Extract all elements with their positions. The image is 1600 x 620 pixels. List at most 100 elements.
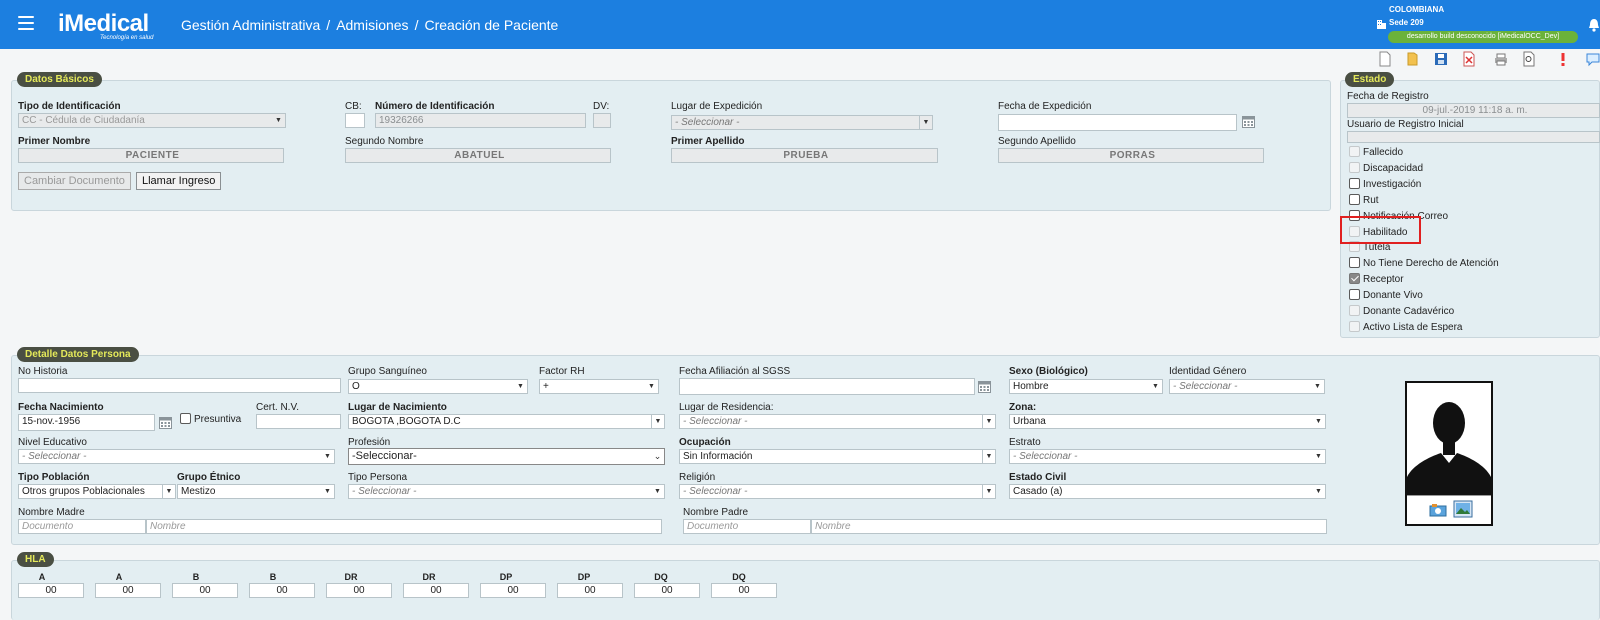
fallecido-checkbox[interactable] (1349, 146, 1360, 157)
primer-apellido-input[interactable]: PRUEBA (671, 148, 938, 163)
religion-select[interactable]: - Seleccionar - ▼ (679, 484, 996, 499)
hla-dr2-input[interactable]: 00 (403, 583, 469, 598)
alert-icon[interactable] (1556, 51, 1570, 67)
save-icon[interactable] (1434, 51, 1448, 67)
dv-input[interactable] (593, 113, 611, 128)
donante-cadaverico-checkbox[interactable] (1349, 305, 1360, 316)
camera-icon[interactable] (1429, 502, 1447, 518)
grupo-sanguineo-select[interactable]: O ▼ (348, 379, 528, 394)
profesion-select[interactable]: -Seleccionar- ⌄ (348, 448, 665, 465)
folder-icon[interactable] (1406, 51, 1420, 67)
fecha-nacimiento-input[interactable]: 15-nov.-1956 (18, 414, 155, 431)
breadcrumb-item[interactable]: Gestión Administrativa (181, 17, 320, 33)
action-toolbar (1372, 51, 1600, 69)
highlight-box (1340, 216, 1421, 244)
new-document-icon[interactable] (1378, 51, 1392, 67)
estado-civil-value: Casado (a) (1013, 486, 1063, 497)
bell-icon[interactable] (1588, 18, 1600, 32)
profesion-label: Profesión (348, 437, 391, 448)
hla-locus-label: DR (344, 572, 358, 582)
cert-nv-input[interactable] (256, 414, 341, 429)
estado-civil-select[interactable]: Casado (a) ▼ (1009, 484, 1326, 499)
chevron-down-icon: ▼ (982, 415, 995, 428)
breadcrumb-item[interactable]: Admisiones (336, 17, 408, 33)
brand-name: iMedical (58, 10, 149, 37)
hla-dp1-input[interactable]: 00 (480, 583, 546, 598)
hla-b2-input[interactable]: 00 (249, 583, 315, 598)
hla-a1-input[interactable]: 00 (18, 583, 84, 598)
preview-icon[interactable] (1522, 51, 1536, 67)
presuntiva-checkbox[interactable] (180, 413, 191, 424)
cambiar-documento-button[interactable]: Cambiar Documento (18, 172, 131, 190)
discapacidad-label: Discapacidad (1363, 163, 1424, 174)
identidad-genero-select[interactable]: - Seleccionar - ▼ (1169, 379, 1325, 394)
rut-label: Rut (1363, 195, 1379, 206)
tipo-poblacion-select[interactable]: Otros grupos Poblacionales ▼ (18, 484, 176, 499)
segundo-apellido-label: Segundo Apellido (998, 136, 1076, 147)
activo-lista-espera-checkbox[interactable] (1349, 321, 1360, 332)
investigacion-checkbox[interactable] (1349, 178, 1360, 189)
lugar-residencia-value: - Seleccionar - (683, 416, 748, 427)
madre-nombre-input[interactable]: Nombre (146, 519, 662, 534)
lugar-residencia-select[interactable]: - Seleccionar - ▼ (679, 414, 996, 429)
segundo-nombre-input[interactable]: ABATUEL (345, 148, 611, 163)
calendar-icon[interactable] (159, 417, 172, 429)
delete-icon[interactable] (1462, 51, 1476, 67)
hla-dp2-input[interactable]: 00 (557, 583, 623, 598)
hla-b1-input[interactable]: 00 (172, 583, 238, 598)
hla-dr1-input[interactable]: 00 (326, 583, 392, 598)
estrato-value: - Seleccionar - (1013, 451, 1078, 462)
no-derecho-atencion-checkbox[interactable] (1349, 257, 1360, 268)
rut-checkbox[interactable] (1349, 194, 1360, 205)
datos-basicos-legend: Datos Básicos (17, 72, 102, 87)
fecha-expedicion-input[interactable] (998, 114, 1237, 131)
patient-photo-frame (1405, 381, 1493, 526)
hamburger-menu-icon[interactable] (18, 16, 34, 30)
hla-dq2-input[interactable]: 00 (711, 583, 777, 598)
primer-nombre-input[interactable]: PACIENTE (18, 148, 284, 163)
llamar-ingreso-button[interactable]: Llamar Ingreso (136, 172, 222, 190)
sede-label[interactable]: Sede 209 (1389, 18, 1424, 27)
nombre-padre-label: Nombre Padre (683, 507, 749, 518)
organization-name: COLOMBIANA (1389, 5, 1445, 14)
padre-documento-input[interactable]: Documento (683, 519, 811, 534)
hla-locus-label: B (192, 572, 200, 582)
chevron-down-icon: ▼ (982, 450, 995, 463)
print-icon[interactable] (1494, 51, 1508, 67)
hla-a2-input[interactable]: 00 (95, 583, 161, 598)
receptor-checkbox[interactable] (1349, 273, 1360, 284)
tipo-id-value: CC - Cédula de Ciudadanía (22, 115, 145, 126)
lugar-expedicion-select[interactable]: - Seleccionar - ▼ (671, 115, 933, 130)
sexo-select[interactable]: Hombre ▼ (1009, 379, 1163, 394)
no-historia-input[interactable] (18, 378, 341, 393)
estrato-select[interactable]: - Seleccionar - ▼ (1009, 449, 1326, 464)
ocupacion-select[interactable]: Sin Información ▼ (679, 449, 996, 464)
segundo-apellido-input[interactable]: PORRAS (998, 148, 1264, 163)
madre-documento-input[interactable]: Documento (18, 519, 146, 534)
tipo-poblacion-value: Otros grupos Poblacionales (22, 486, 145, 497)
padre-nombre-input[interactable]: Nombre (811, 519, 1327, 534)
tipo-persona-select[interactable]: - Seleccionar - ▼ (348, 484, 665, 499)
estado-civil-label: Estado Civil (1009, 472, 1067, 483)
image-gallery-icon[interactable] (1453, 500, 1473, 518)
num-id-input[interactable]: 19326266 (375, 113, 586, 128)
hla-locus-label: DP (499, 572, 513, 582)
chevron-down-icon: ▼ (1315, 418, 1322, 425)
cb-input[interactable] (345, 113, 365, 128)
lugar-residencia-label: Lugar de Residencia: (679, 402, 774, 413)
fecha-afiliacion-input[interactable] (679, 378, 975, 395)
hla-dq1-input[interactable]: 00 (634, 583, 700, 598)
discapacidad-checkbox[interactable] (1349, 162, 1360, 173)
imedical-logo[interactable]: iMedical Tecnología en salud (58, 8, 163, 42)
calendar-icon[interactable] (1242, 116, 1255, 128)
donante-vivo-checkbox[interactable] (1349, 289, 1360, 300)
grupo-etnico-select[interactable]: Mestizo ▼ (177, 484, 335, 499)
zona-select[interactable]: Urbana ▼ (1009, 414, 1326, 429)
nivel-educativo-select[interactable]: - Seleccionar - ▼ (18, 449, 335, 464)
fecha-expedicion-label: Fecha de Expedición (998, 101, 1092, 112)
tipo-id-select[interactable]: CC - Cédula de Ciudadanía ▼ (18, 113, 286, 128)
calendar-icon[interactable] (978, 381, 991, 393)
factor-rh-select[interactable]: + ▼ (539, 379, 659, 394)
lugar-nacimiento-select[interactable]: BOGOTA ,BOGOTA D.C ▼ (348, 414, 665, 429)
chat-icon[interactable] (1586, 51, 1600, 67)
